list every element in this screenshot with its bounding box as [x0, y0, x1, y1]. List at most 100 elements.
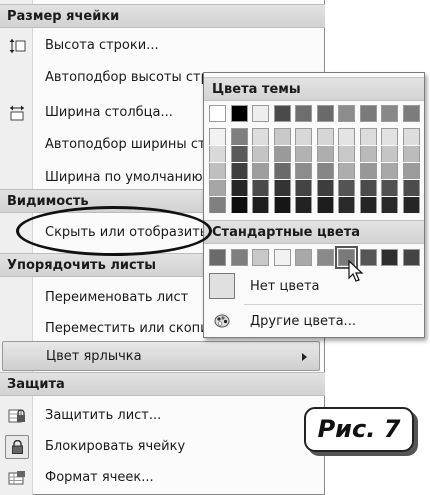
column-width-icon — [10, 105, 24, 121]
section-header-protection: Защита — [0, 372, 325, 396]
theme-tint-swatch[interactable] — [316, 180, 334, 196]
theme-tint-swatch[interactable] — [316, 129, 334, 145]
standard-colors-header: Стандартные цвета — [204, 220, 424, 244]
theme-tint-swatch[interactable] — [316, 163, 334, 179]
theme-color-swatch[interactable] — [230, 105, 248, 122]
menu-item-label: Защитить лист... — [45, 408, 162, 423]
standard-color-swatch[interactable] — [209, 249, 226, 266]
theme-tint-swatch[interactable] — [338, 146, 355, 162]
theme-tint-swatch[interactable] — [273, 197, 291, 213]
menu-item-tab-color[interactable]: Цвет ярлычка — [2, 341, 320, 371]
theme-tint-swatch[interactable] — [316, 146, 334, 162]
theme-tint-swatch[interactable] — [273, 146, 291, 162]
theme-tint-swatch[interactable] — [295, 146, 312, 162]
menu-item-label: Формат ячеек... — [45, 470, 154, 485]
standard-color-swatch[interactable] — [402, 249, 420, 266]
menu-item-label: Высота строки... — [45, 38, 159, 53]
theme-tint-swatch[interactable] — [273, 180, 291, 196]
theme-tint-swatch[interactable] — [402, 197, 420, 213]
theme-tint-swatch[interactable] — [209, 197, 226, 213]
theme-tint-swatch[interactable] — [338, 163, 355, 179]
theme-tint-swatch[interactable] — [273, 163, 291, 179]
more-colors-option[interactable]: Другие цвета... — [204, 306, 424, 336]
theme-tint-swatch[interactable] — [381, 180, 398, 196]
format-cells-icon — [8, 471, 25, 485]
menu-item-protect-sheet[interactable]: Защитить лист... — [0, 401, 325, 431]
theme-color-swatch[interactable] — [295, 105, 312, 122]
theme-tint-swatch[interactable] — [252, 197, 269, 213]
standard-color-swatch[interactable] — [381, 249, 398, 266]
theme-tint-swatch[interactable] — [359, 146, 377, 162]
palette-icon — [214, 314, 230, 328]
mouse-cursor-icon — [348, 260, 364, 282]
protect-sheet-icon — [8, 409, 25, 423]
theme-tint-swatch[interactable] — [381, 163, 398, 179]
theme-tint-swatch[interactable] — [295, 180, 312, 196]
theme-tint-swatch[interactable] — [402, 180, 420, 196]
theme-tint-swatch[interactable] — [338, 197, 355, 213]
theme-tint-swatch[interactable] — [295, 197, 312, 213]
theme-color-swatch[interactable] — [359, 105, 377, 122]
theme-tint-swatch[interactable] — [359, 163, 377, 179]
menu-item-row-height[interactable]: Высота строки... — [0, 31, 325, 61]
standard-color-swatch[interactable] — [316, 249, 334, 266]
theme-tint-swatch[interactable] — [381, 146, 398, 162]
theme-tint-swatch[interactable] — [295, 163, 312, 179]
theme-tint-swatch[interactable] — [273, 129, 291, 145]
row-height-icon — [9, 39, 26, 53]
menu-item-label: Цвет ярлычка — [46, 349, 142, 364]
theme-tint-swatch[interactable] — [230, 163, 248, 179]
theme-tint-swatch[interactable] — [381, 129, 398, 145]
highlight-ellipse — [16, 206, 212, 256]
theme-tint-swatch[interactable] — [338, 129, 355, 145]
lock-icon — [12, 440, 23, 454]
theme-tint-swatch[interactable] — [209, 146, 226, 162]
more-colors-label: Другие цвета... — [250, 314, 356, 329]
theme-tint-swatch[interactable] — [338, 180, 355, 196]
theme-color-swatch[interactable] — [402, 105, 420, 122]
theme-tint-swatch[interactable] — [252, 129, 269, 145]
theme-color-swatch[interactable] — [209, 105, 226, 122]
theme-tint-swatch[interactable] — [402, 163, 420, 179]
menu-item-label: Автоподбор высоты стр — [45, 70, 209, 85]
theme-tint-swatch[interactable] — [359, 180, 377, 196]
menu-item-format-cells[interactable]: Формат ячеек... — [0, 463, 325, 493]
standard-color-swatch[interactable] — [273, 249, 291, 266]
theme-color-swatch[interactable] — [381, 105, 398, 122]
theme-tint-swatch[interactable] — [359, 197, 377, 213]
theme-color-swatch[interactable] — [316, 105, 334, 122]
theme-color-swatch[interactable] — [273, 105, 291, 122]
standard-color-swatch[interactable] — [230, 249, 248, 266]
theme-color-swatch[interactable] — [252, 105, 269, 122]
theme-tint-swatch[interactable] — [230, 146, 248, 162]
theme-tint-swatch[interactable] — [252, 180, 269, 196]
theme-tint-swatch[interactable] — [209, 163, 226, 179]
menu-item-label: Ширина столбца... — [45, 105, 173, 120]
theme-tint-swatch[interactable] — [230, 180, 248, 196]
theme-tint-swatch[interactable] — [359, 129, 377, 145]
theme-tint-swatch[interactable] — [209, 180, 226, 196]
no-color-swatch — [209, 273, 235, 299]
theme-tint-swatch[interactable] — [295, 129, 312, 145]
theme-tint-swatch[interactable] — [209, 129, 226, 145]
no-color-option[interactable]: Нет цвета — [204, 271, 424, 301]
section-header-cell-size: Размер ячейки — [0, 4, 325, 28]
theme-tint-swatch[interactable] — [230, 129, 248, 145]
menu-item-label: Переименовать лист — [45, 290, 189, 305]
theme-tint-swatch[interactable] — [252, 146, 269, 162]
menu-item-label: Переместить или скопир — [45, 321, 217, 336]
theme-tint-swatch[interactable] — [316, 197, 334, 213]
standard-color-swatch[interactable] — [295, 249, 312, 266]
theme-tint-swatch[interactable] — [402, 146, 420, 162]
theme-tint-column — [209, 128, 226, 213]
theme-tint-swatch[interactable] — [381, 197, 398, 213]
standard-color-swatch[interactable] — [252, 249, 269, 266]
menu-item-label: Блокировать ячейку — [45, 439, 186, 454]
menu-item-lock-cell[interactable]: Блокировать ячейку — [0, 432, 325, 462]
theme-color-swatch[interactable] — [338, 105, 355, 122]
figure-caption: Рис. 7 — [304, 407, 414, 452]
theme-tint-swatch[interactable] — [252, 163, 269, 179]
theme-tint-column — [316, 128, 334, 213]
theme-tint-swatch[interactable] — [402, 129, 420, 145]
theme-tint-swatch[interactable] — [230, 197, 248, 213]
